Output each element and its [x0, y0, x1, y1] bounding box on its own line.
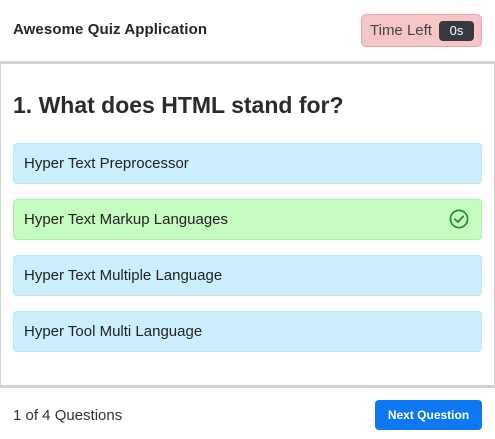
check-circle-icon [449, 209, 469, 229]
quiz-box: Awesome Quiz Application Time Left 0s 1.… [0, 0, 495, 439]
timer: Time Left 0s [361, 14, 482, 47]
timer-value: 0s [439, 21, 474, 41]
quiz-footer: 1 of 4 Questions Next Question [0, 385, 495, 439]
quiz-header: Awesome Quiz Application Time Left 0s [0, 0, 495, 64]
option-1[interactable]: Hyper Text Preprocessor [13, 143, 482, 184]
timer-label: Time Left [370, 22, 432, 39]
option-label: Hyper Text Multiple Language [24, 267, 223, 284]
question-counter: 1 of 4 Questions [13, 407, 123, 424]
next-question-button[interactable]: Next Question [375, 400, 482, 430]
option-2-correct[interactable]: Hyper Text Markup Languages [13, 199, 482, 240]
option-label: Hyper Text Preprocessor [24, 155, 189, 172]
option-4[interactable]: Hyper Tool Multi Language [13, 311, 482, 352]
app-title: Awesome Quiz Application [13, 21, 208, 38]
question-title: 1. What does HTML stand for? [13, 92, 344, 118]
option-label: Hyper Text Markup Languages [24, 211, 229, 228]
option-label: Hyper Tool Multi Language [24, 323, 203, 340]
option-3[interactable]: Hyper Text Multiple Language [13, 255, 482, 296]
